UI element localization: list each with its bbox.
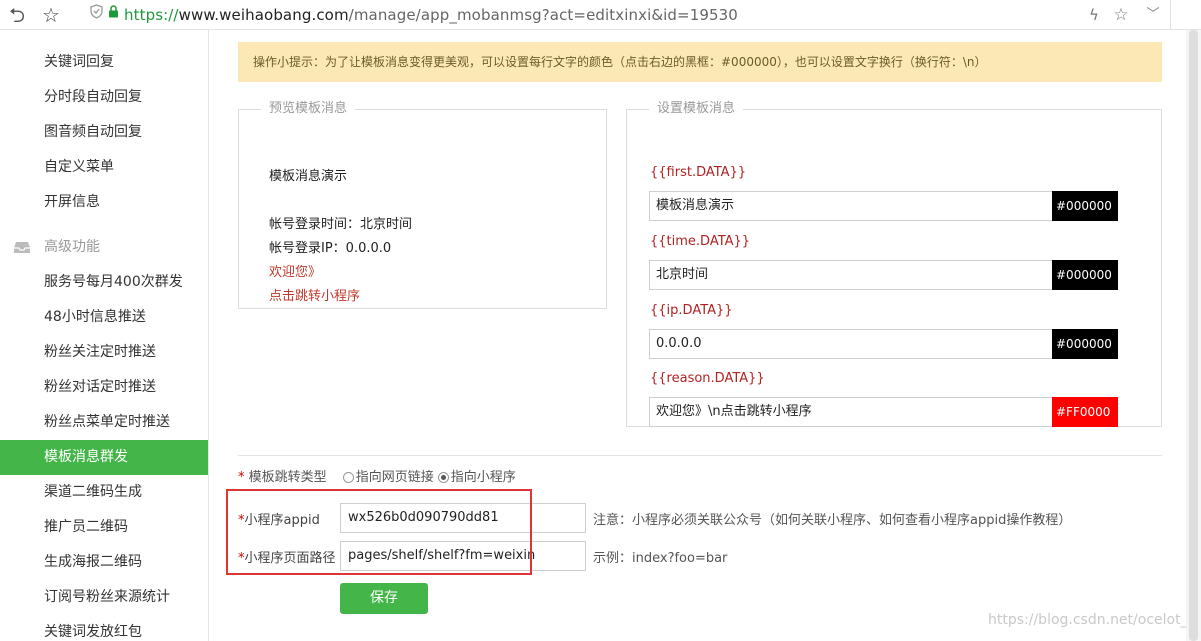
path-hint: 示例：index?foo=bar bbox=[593, 551, 728, 566]
sidebar-group-advanced: 高级功能 bbox=[0, 230, 208, 265]
sidebar: 关键词回复 分时段自动回复 图音频自动回复 自定义菜单 开屏信息 高级功能 服务… bbox=[0, 30, 209, 641]
tip-banner: 操作小提示：为了让模板消息变得更美观，可以设置每行文字的颜色（点击右边的黑框：#… bbox=[238, 42, 1162, 82]
sidebar-item-chat-push[interactable]: 粉丝对话定时推送 bbox=[0, 370, 208, 405]
sidebar-item-channel-qrcode[interactable]: 渠道二维码生成 bbox=[0, 475, 208, 510]
sidebar-item-keyword-redpacket[interactable]: 关键词发放红包 bbox=[0, 615, 208, 641]
radio-web-link-label[interactable]: 指向网页链接 bbox=[356, 470, 434, 485]
sidebar-item-custom-menu[interactable]: 自定义菜单 bbox=[0, 150, 208, 185]
preview-reason-line-2: 点击跳转小程序 bbox=[269, 289, 361, 304]
preview-time-line: 帐号登录时间：北京时间 bbox=[269, 217, 413, 232]
field-key-ip: {{ip.DATA}} bbox=[650, 303, 733, 318]
sidebar-item-poster-qrcode[interactable]: 生成海报二维码 bbox=[0, 545, 208, 580]
sidebar-item-template-broadcast[interactable]: 模板消息群发 bbox=[0, 440, 208, 475]
sidebar-item-keyword-reply[interactable]: 关键词回复 bbox=[0, 45, 208, 80]
lightning-icon[interactable]: ϟ bbox=[1084, 3, 1104, 27]
field-input-ip[interactable]: 0.0.0.0 bbox=[649, 329, 1053, 359]
sidebar-item-menu-push[interactable]: 粉丝点菜单定时推送 bbox=[0, 405, 208, 440]
jump-type-label: 模板跳转类型 bbox=[244, 470, 327, 485]
browser-toolbar: ⮌ ☆ https://www.weihaobang.com/manage/ap… bbox=[0, 0, 1201, 30]
inbox-tray-icon bbox=[13, 241, 31, 254]
radio-web-link[interactable] bbox=[342, 472, 354, 483]
sidebar-item-timed-auto-reply[interactable]: 分时段自动回复 bbox=[0, 80, 208, 115]
watermark: https://blog.csdn.net/ocelot_z bbox=[988, 612, 1195, 628]
address-bar[interactable]: https://www.weihaobang.com/manage/app_mo… bbox=[124, 0, 738, 30]
color-picker-time[interactable]: #000000 bbox=[1052, 260, 1118, 290]
section-divider bbox=[238, 455, 1162, 456]
field-input-first[interactable]: 模板消息演示 bbox=[649, 191, 1053, 221]
field-key-first: {{first.DATA}} bbox=[650, 165, 747, 180]
field-key-time: {{time.DATA}} bbox=[650, 234, 751, 249]
appid-hint[interactable]: 注意：小程序必须关联公众号（如何关联小程序、如何查看小程序appid操作教程） bbox=[593, 509, 1071, 528]
sidebar-item-fan-source-stats[interactable]: 订阅号粉丝来源统计 bbox=[0, 580, 208, 615]
radio-mini-program-label[interactable]: 指向小程序 bbox=[451, 470, 516, 485]
toolbar-divider bbox=[1170, 0, 1171, 30]
color-picker-ip[interactable]: #000000 bbox=[1052, 329, 1118, 359]
field-input-reason[interactable]: 欢迎您》\n点击跳转小程序 bbox=[649, 397, 1053, 427]
sidebar-item-monthly-broadcast[interactable]: 服务号每月400次群发 bbox=[0, 265, 208, 300]
url-scheme: https:// bbox=[124, 6, 179, 24]
favorite-star-icon[interactable]: ☆ bbox=[1111, 3, 1131, 27]
jump-type-row: * 模板跳转类型 指向网页链接 指向小程序 bbox=[238, 468, 516, 488]
preview-reason-line-1: 欢迎您》 bbox=[269, 265, 322, 280]
preview-first: 模板消息演示 bbox=[269, 169, 348, 184]
url-path: /manage/app_mobanmsg?act=editxinxi&id=19… bbox=[348, 6, 738, 24]
preview-ip-line: 帐号登录IP：0.0.0.0 bbox=[269, 241, 392, 256]
sidebar-item-promoter-qrcode[interactable]: 推广员二维码 bbox=[0, 510, 208, 545]
sidebar-item-splash-info[interactable]: 开屏信息 bbox=[0, 185, 208, 220]
color-picker-reason[interactable]: #FF0000 bbox=[1052, 397, 1118, 427]
annotation-highlight-box bbox=[226, 489, 532, 575]
save-button[interactable]: 保存 bbox=[340, 583, 428, 614]
shield-icon[interactable] bbox=[88, 3, 104, 27]
lock-icon bbox=[106, 3, 120, 27]
sidebar-item-follow-push[interactable]: 粉丝关注定时推送 bbox=[0, 335, 208, 370]
radio-mini-program[interactable] bbox=[437, 472, 449, 483]
preview-legend: 预览模板消息 bbox=[269, 101, 348, 116]
setting-legend: 设置模板消息 bbox=[657, 101, 736, 116]
bookmark-star-icon[interactable]: ☆ bbox=[38, 3, 64, 27]
sidebar-item-partial bbox=[0, 30, 208, 35]
chevron-down-icon[interactable]: ﹀ bbox=[1143, 3, 1163, 27]
field-key-reason: {{reason.DATA}} bbox=[650, 371, 765, 386]
scrollbar-thumb[interactable] bbox=[1189, 30, 1198, 641]
url-host: www.weihaobang.com bbox=[178, 6, 349, 24]
scrollbar[interactable] bbox=[1186, 30, 1201, 641]
back-icon[interactable]: ⮌ bbox=[5, 3, 29, 27]
sidebar-group-label: 高级功能 bbox=[44, 239, 100, 255]
preview-panel: 预览模板消息 模板消息演示 帐号登录时间：北京时间 帐号登录IP：0.0.0.0… bbox=[238, 101, 607, 309]
setting-panel: 设置模板消息 {{first.DATA}} 模板消息演示 #000000 {{t… bbox=[626, 101, 1162, 427]
sidebar-item-media-auto-reply[interactable]: 图音频自动回复 bbox=[0, 115, 208, 150]
field-input-time[interactable]: 北京时间 bbox=[649, 260, 1053, 290]
sidebar-item-48h-push[interactable]: 48小时信息推送 bbox=[0, 300, 208, 335]
color-picker-first[interactable]: #000000 bbox=[1052, 191, 1118, 221]
